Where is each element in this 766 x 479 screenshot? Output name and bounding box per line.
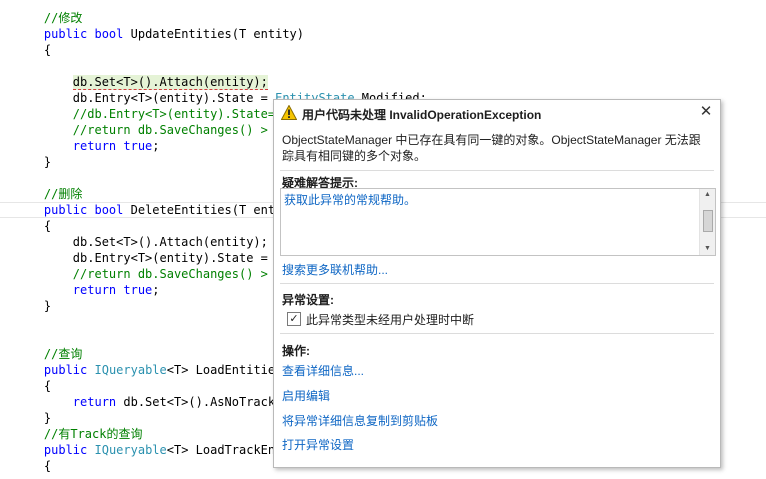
code-token: //修改 [15, 11, 83, 25]
code-token: UpdateEntities(T entity) [123, 27, 305, 41]
code-token: <T> LoadEntities [166, 363, 283, 377]
code-token: IQueryable [94, 443, 167, 457]
close-button[interactable]: ✕ [698, 104, 714, 120]
break-on-exception-label: 此异常类型未经用户处理时中断 [306, 313, 475, 327]
code-token: DeleteEntities(T enti [123, 203, 283, 217]
code-line[interactable]: //删除 [15, 186, 82, 202]
popup-header: 用户代码未处理 InvalidOperationException ✕ [274, 100, 720, 126]
code-line[interactable]: db.Entry<T>(entity).State = E [15, 250, 283, 266]
code-token: } [15, 299, 52, 313]
code-line[interactable]: } [15, 154, 51, 170]
code-token: ; [152, 283, 160, 297]
enable-editing-link[interactable]: 启用编辑 [282, 387, 330, 404]
code-line[interactable]: return true; [15, 282, 160, 298]
checkmark-icon: ✓ [289, 313, 299, 325]
code-token: db.Entry<T>(entity).State = [15, 91, 276, 105]
code-token: public bool [43, 203, 124, 217]
exception-helper-popup: 用户代码未处理 InvalidOperationException ✕ Obje… [273, 99, 721, 468]
code-token: return [72, 395, 117, 409]
code-line[interactable]: public bool DeleteEntities(T enti [15, 202, 282, 218]
code-token: db.Set<T>().AsNoTrack [116, 395, 276, 409]
code-line[interactable]: { [15, 378, 51, 394]
code-line[interactable]: db.Set<T>().Attach(entity); [15, 74, 268, 90]
code-token: { [15, 43, 52, 57]
code-token: { [15, 379, 52, 393]
code-token: <T> LoadTrackEnt [166, 443, 283, 457]
code-line[interactable]: { [15, 42, 51, 58]
code-token: public bool [43, 27, 124, 41]
code-line[interactable]: public IQueryable<T> LoadEntities [15, 362, 282, 378]
code-line[interactable]: //查询 [15, 346, 82, 362]
code-line[interactable]: db.Set<T>().Attach(entity); [15, 234, 268, 250]
divider [280, 283, 714, 284]
divider [280, 333, 714, 334]
code-token: public [43, 443, 88, 457]
code-token: db.Entry<T>(entity).State = [15, 251, 276, 265]
actions-title: 操作: [282, 344, 310, 358]
code-line[interactable]: { [15, 218, 51, 234]
code-token: { [15, 459, 52, 473]
copy-exception-details-link[interactable]: 将异常详细信息复制到剪贴板 [282, 412, 438, 429]
code-token: ; [152, 139, 160, 153]
code-line[interactable]: //return db.SaveChanges() > 0 [15, 122, 283, 138]
code-line[interactable]: return db.Set<T>().AsNoTrack [15, 394, 275, 410]
code-token: } [15, 411, 52, 425]
scroll-down-icon[interactable]: ▼ [700, 243, 715, 255]
scroll-thumb[interactable] [703, 210, 713, 232]
warning-icon [281, 105, 297, 120]
code-token: //有Track的查询 [15, 427, 143, 441]
divider [280, 170, 714, 171]
open-exception-settings-link[interactable]: 打开异常设置 [282, 436, 354, 453]
code-line[interactable]: public IQueryable<T> LoadTrackEnt [15, 442, 282, 458]
code-token: { [15, 219, 52, 233]
exception-message: ObjectStateManager 中已存在具有同一键的对象。ObjectSt… [282, 133, 701, 163]
code-token: //return db.SaveChanges() > 0 [15, 123, 283, 137]
code-token: public [43, 363, 88, 377]
code-token: //查询 [15, 347, 83, 361]
code-line[interactable]: //db.Entry<T>(entity).State= [15, 106, 275, 122]
code-line[interactable]: return true; [15, 138, 160, 154]
code-line[interactable]: public bool UpdateEntities(T entity) [15, 26, 304, 42]
search-online-help-link[interactable]: 搜索更多联机帮助... [282, 261, 388, 278]
code-line[interactable]: //修改 [15, 10, 82, 26]
code-token: return true [72, 139, 153, 153]
code-token: db.Set<T>().Attach(entity); [15, 235, 268, 249]
troubleshooting-tips-list[interactable]: 获取此异常的常规帮助。 ▲ ▼ [280, 188, 716, 256]
code-token: } [15, 155, 52, 169]
code-token: //return db.SaveChanges() > 0 [15, 267, 283, 281]
code-line[interactable]: } [15, 298, 51, 314]
code-line[interactable]: //有Track的查询 [15, 426, 143, 442]
tips-scrollbar[interactable]: ▲ ▼ [699, 189, 715, 255]
code-token: return true [72, 283, 153, 297]
popup-title: 用户代码未处理 InvalidOperationException [302, 108, 542, 122]
code-token: //删除 [15, 187, 83, 201]
code-token: db.Set<T>().Attach(entity); [72, 75, 268, 90]
break-on-exception-checkbox[interactable]: ✓ [287, 312, 301, 326]
scroll-up-icon[interactable]: ▲ [700, 189, 715, 201]
code-token: IQueryable [94, 363, 167, 377]
exception-settings-title: 异常设置: [282, 293, 334, 307]
view-details-link[interactable]: 查看详细信息... [282, 362, 364, 379]
code-line[interactable]: } [15, 410, 51, 426]
code-line[interactable]: { [15, 458, 51, 474]
code-token: //db.Entry<T>(entity).State= [15, 107, 276, 121]
code-line[interactable]: //return db.SaveChanges() > 0 [15, 266, 283, 282]
general-help-link[interactable]: 获取此异常的常规帮助。 [284, 191, 416, 208]
